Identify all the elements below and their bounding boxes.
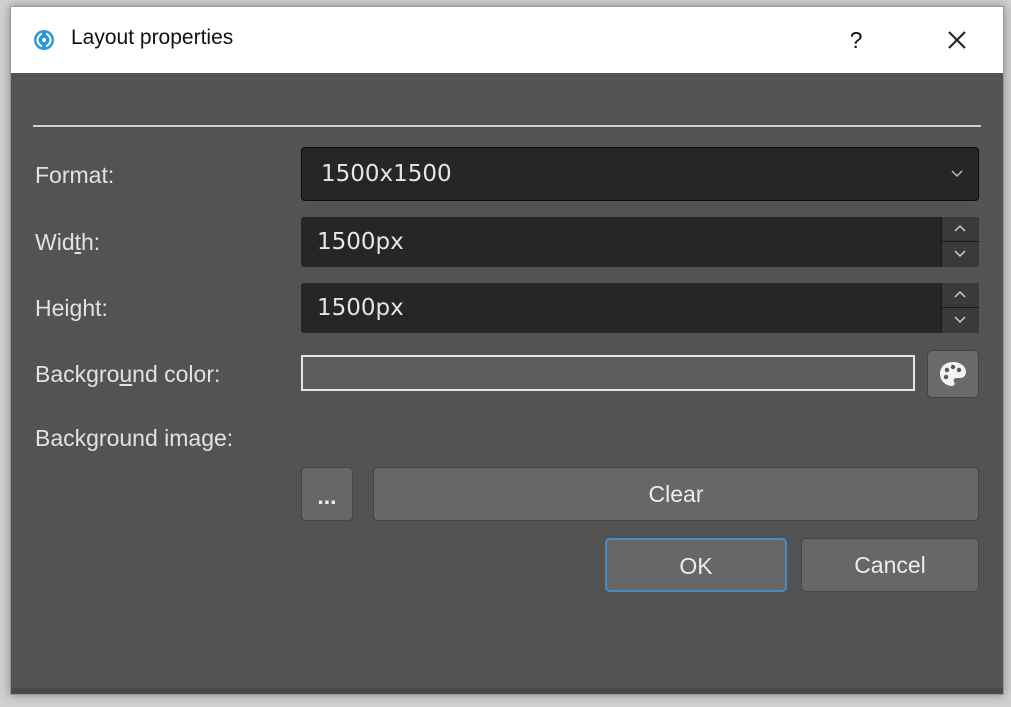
chevron-up-icon — [954, 224, 966, 232]
clear-image-button[interactable]: Clear — [373, 467, 979, 521]
background-image-label: Background image: — [35, 425, 234, 451]
window-title: Layout properties — [71, 26, 234, 49]
chevron-down-icon — [950, 166, 964, 180]
dialog-bottom-edge — [11, 688, 1003, 694]
format-value: 1500x1500 — [321, 161, 452, 187]
format-label: Format: — [35, 162, 115, 188]
browse-image-button[interactable]: ... — [301, 467, 353, 521]
chevron-down-icon — [954, 250, 966, 258]
height-increment-button[interactable] — [942, 283, 979, 308]
width-spin-buttons — [941, 217, 979, 267]
chevron-up-icon — [954, 290, 966, 298]
palette-icon — [940, 362, 966, 386]
height-decrement-button[interactable] — [942, 308, 979, 332]
format-select[interactable]: 1500x1500 — [301, 147, 979, 201]
width-decrement-button[interactable] — [942, 242, 979, 266]
app-logo-icon — [33, 29, 55, 51]
ok-button[interactable]: OK — [605, 538, 787, 592]
background-color-label: Background color: — [35, 361, 221, 387]
help-button[interactable]: ? — [836, 21, 876, 59]
height-spin-buttons — [941, 283, 979, 333]
height-value: 1500px — [317, 295, 404, 321]
width-increment-button[interactable] — [942, 217, 979, 242]
separator-line — [33, 125, 981, 127]
chevron-down-icon — [954, 316, 966, 324]
width-label: Width: — [35, 229, 101, 255]
layout-properties-dialog: Layout properties ? Format: 1500x1500 Wi… — [10, 6, 1004, 695]
title-bar: Layout properties ? — [11, 7, 1003, 73]
cancel-button[interactable]: Cancel — [801, 538, 979, 592]
width-spinbox[interactable]: 1500px — [301, 217, 979, 267]
close-icon — [948, 31, 966, 49]
height-label: Height: — [35, 295, 108, 321]
width-value: 1500px — [317, 229, 404, 255]
background-color-swatch[interactable] — [301, 355, 915, 391]
close-button[interactable] — [931, 19, 983, 61]
color-picker-button[interactable] — [927, 350, 979, 398]
height-spinbox[interactable]: 1500px — [301, 283, 979, 333]
